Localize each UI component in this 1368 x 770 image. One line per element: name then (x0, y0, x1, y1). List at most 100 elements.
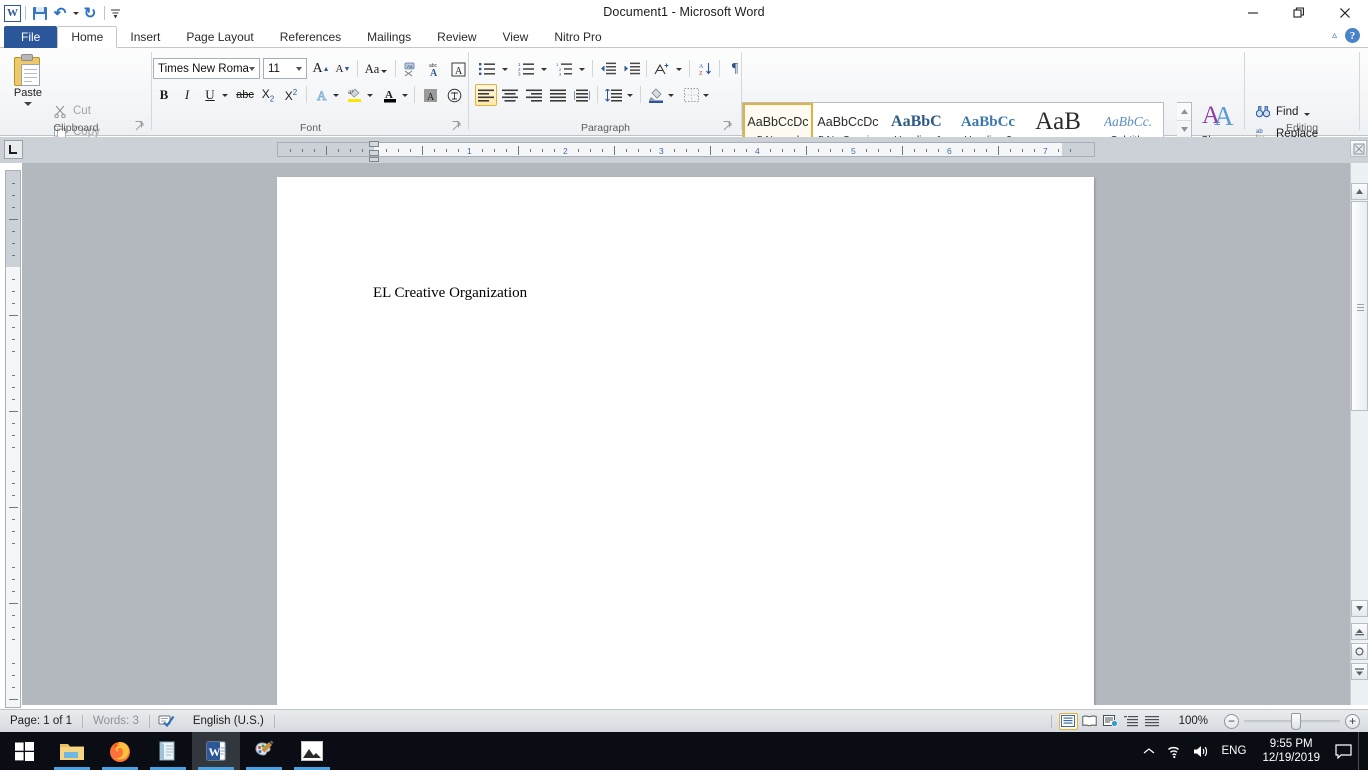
zoom-level[interactable]: 100% (1169, 710, 1218, 733)
first-line-indent-marker[interactable] (369, 141, 379, 147)
paste-dropdown-icon[interactable] (24, 102, 32, 106)
web-layout-view-button[interactable] (1101, 713, 1120, 730)
line-spacing-dropdown-icon[interactable] (624, 84, 635, 106)
justify-button[interactable] (547, 84, 569, 106)
tab-page-layout[interactable]: Page Layout (173, 26, 266, 48)
taskbar-firefox[interactable] (96, 732, 144, 770)
multilevel-dropdown-icon[interactable] (576, 58, 587, 80)
previous-page-button[interactable] (1351, 623, 1368, 640)
bold-button[interactable]: B (153, 84, 175, 106)
cut-button[interactable]: Cut (50, 101, 91, 121)
help-icon[interactable]: ? (1345, 28, 1360, 43)
minimize-button[interactable] (1230, 0, 1276, 26)
speaker-icon[interactable] (1188, 732, 1214, 770)
draft-view-button[interactable] (1143, 713, 1162, 730)
show-hidden-icons-button[interactable] (1136, 732, 1162, 770)
font-color-button[interactable]: A (379, 84, 401, 106)
taskbar-file-explorer[interactable] (48, 732, 96, 770)
shading-button[interactable] (645, 84, 667, 106)
shading-dropdown-icon[interactable] (665, 84, 676, 106)
show-desktop-button[interactable] (1358, 732, 1364, 770)
clock[interactable]: 9:55 PM 12/19/2019 (1254, 737, 1328, 765)
minimize-ribbon-icon[interactable]: ▵ (1332, 30, 1337, 41)
start-button[interactable] (0, 732, 48, 770)
zoom-handle[interactable] (1291, 712, 1301, 730)
font-name-input[interactable]: Times New Roma (153, 58, 260, 79)
styles-scroll-up-button[interactable] (1177, 103, 1191, 121)
close-button[interactable] (1322, 0, 1368, 26)
underline-button[interactable]: U (199, 84, 221, 106)
underline-dropdown-icon[interactable] (219, 84, 230, 106)
tab-review[interactable]: Review (424, 26, 489, 48)
font-dialog-launcher[interactable] (452, 121, 463, 132)
subscript-button[interactable]: X2 (257, 84, 279, 106)
document-canvas[interactable]: EL Creative Organization (22, 163, 1350, 705)
word-count[interactable]: Words: 3 (83, 710, 149, 733)
borders-dropdown-icon[interactable] (700, 84, 711, 106)
zoom-slider[interactable]: − + (1224, 712, 1360, 730)
sort-button[interactable]: AZ (695, 58, 717, 80)
restore-button[interactable] (1276, 0, 1322, 26)
borders-button[interactable] (680, 84, 702, 106)
tab-references[interactable]: References (267, 26, 354, 48)
superscript-button[interactable]: X2 (280, 84, 302, 106)
paragraph-dialog-launcher[interactable] (723, 121, 734, 132)
zoom-track[interactable] (1244, 712, 1340, 730)
tab-stop-selector[interactable] (4, 140, 23, 159)
font-color-dropdown-icon[interactable] (399, 84, 410, 106)
strikethrough-button[interactable]: abc (234, 84, 256, 106)
font-name-caret-icon[interactable] (249, 67, 255, 71)
page-indicator[interactable]: Page: 1 of 1 (0, 710, 82, 733)
paste-button[interactable]: Paste (8, 52, 48, 114)
proofing-status-button[interactable] (150, 710, 183, 733)
tab-home[interactable]: Home (57, 26, 118, 48)
styles-scroll-down-button[interactable] (1177, 121, 1191, 139)
document-page[interactable]: EL Creative Organization (277, 177, 1094, 705)
vertical-ruler[interactable] (5, 170, 21, 708)
font-size-caret-icon[interactable] (296, 67, 302, 71)
taskbar-word[interactable]: W (192, 732, 240, 770)
tab-mailings[interactable]: Mailings (354, 26, 424, 48)
italic-button[interactable]: I (176, 84, 198, 106)
align-center-button[interactable] (499, 84, 521, 106)
align-left-button[interactable] (475, 84, 497, 106)
next-page-button[interactable] (1351, 663, 1368, 680)
text-highlight-color-button[interactable]: ab (344, 84, 366, 106)
wifi-icon[interactable] (1162, 732, 1188, 770)
asian-layout-button[interactable] (651, 58, 673, 80)
align-right-button[interactable] (523, 84, 545, 106)
scrollbar-thumb[interactable] (1351, 201, 1368, 411)
highlight-dropdown-icon[interactable] (364, 84, 375, 106)
action-center-button[interactable] (1328, 732, 1358, 770)
taskbar-notepad[interactable] (144, 732, 192, 770)
vertical-scrollbar[interactable] (1350, 163, 1368, 705)
hanging-indent-marker[interactable] (369, 150, 379, 156)
find-button[interactable]: Find (1255, 101, 1311, 122)
bullets-button[interactable] (475, 58, 499, 80)
enclose-characters-button[interactable] (443, 84, 465, 106)
left-indent-marker[interactable] (369, 157, 379, 162)
distributed-button[interactable] (571, 84, 593, 106)
find-dropdown-icon[interactable] (1304, 112, 1311, 116)
select-browse-object-button[interactable] (1351, 643, 1368, 660)
line-spacing-button[interactable] (602, 84, 624, 106)
clipboard-dialog-launcher[interactable] (135, 121, 146, 132)
zoom-out-button[interactable]: − (1224, 713, 1239, 729)
tab-nitro-pro[interactable]: Nitro Pro (541, 26, 614, 48)
document-body-text[interactable]: EL Creative Organization (373, 285, 527, 302)
text-effects-dropdown-icon[interactable] (330, 84, 341, 106)
print-layout-view-button[interactable] (1058, 712, 1078, 730)
full-screen-reading-view-button[interactable] (1080, 713, 1099, 730)
character-border-button[interactable]: A (447, 58, 469, 80)
increase-indent-button[interactable] (621, 58, 643, 80)
language-indicator[interactable]: English (U.S.) (183, 710, 274, 733)
scroll-down-button[interactable] (1351, 600, 1368, 617)
taskbar-paint[interactable] (240, 732, 288, 770)
change-case-button[interactable]: Aa (362, 58, 390, 80)
decrease-indent-button[interactable] (597, 58, 619, 80)
phonetic-guide-button[interactable]: abc A (424, 58, 446, 80)
shrink-font-button[interactable]: A ▼ (332, 58, 354, 80)
tab-view[interactable]: View (490, 26, 542, 48)
numbering-dropdown-icon[interactable] (538, 58, 549, 80)
multilevel-list-button[interactable]: 123 (552, 58, 576, 80)
